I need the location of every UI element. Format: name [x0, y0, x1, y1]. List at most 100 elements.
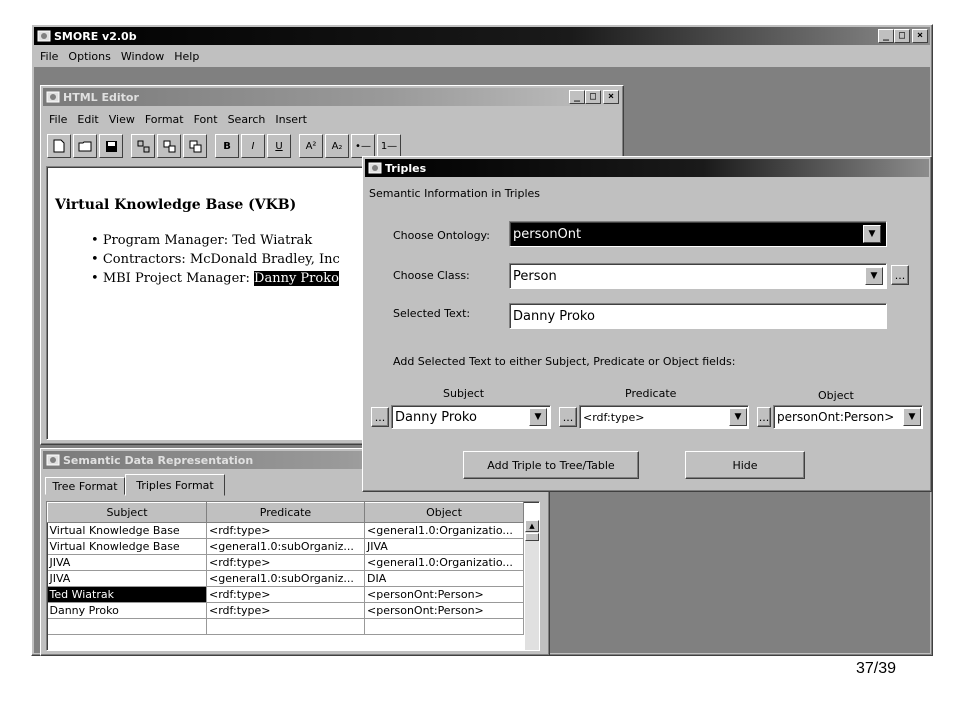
menu-options[interactable]: Options	[64, 50, 116, 63]
editor-menu-file[interactable]: File	[45, 113, 73, 126]
chevron-down-icon: ▼	[534, 412, 542, 422]
class-combobox[interactable]: Person	[509, 263, 887, 289]
subscript-button[interactable]: A₂	[325, 134, 349, 158]
semantic-title: Semantic Data Representation	[63, 453, 254, 467]
subject-dropdown-arrow[interactable]: ▼	[529, 408, 547, 426]
selected-text-highlight[interactable]: Danny Proko	[254, 271, 339, 286]
predicate-add-button[interactable]: ...	[559, 407, 577, 427]
save-disk-icon	[105, 140, 117, 152]
chevron-down-icon: ▼	[870, 271, 878, 281]
copy-icon	[163, 140, 175, 152]
scroll-thumb[interactable]	[525, 533, 539, 541]
subject-combobox[interactable]: Danny Proko	[391, 405, 551, 429]
bullet-list-button[interactable]: •—	[351, 134, 375, 158]
list-item: • Program Manager: Ted Wiatrak	[91, 233, 313, 248]
paste-button[interactable]	[183, 134, 207, 158]
editor-menubar: File Edit View Format Font Search Insert	[45, 110, 313, 128]
triples-table: Subject Predicate Object Virtual Knowled…	[47, 502, 524, 635]
editor-menu-search[interactable]: Search	[224, 113, 272, 126]
table-scrollbar[interactable]: ▲	[525, 520, 539, 650]
main-title: SMORE v2.0b	[54, 29, 137, 43]
main-menubar: File Options Window Help	[36, 47, 205, 65]
bold-button[interactable]: B	[215, 134, 239, 158]
editor-menu-format[interactable]: Format	[141, 113, 190, 126]
class-dropdown-arrow[interactable]: ▼	[865, 267, 883, 285]
page-number: 37/39	[856, 660, 897, 677]
predicate-dropdown-arrow[interactable]: ▼	[729, 408, 747, 426]
editor-minimize-button[interactable]: _	[569, 90, 585, 104]
object-dropdown-arrow[interactable]: ▼	[903, 408, 921, 426]
tab-triples-format[interactable]: Triples Format	[125, 474, 225, 496]
editor-title: HTML Editor	[63, 90, 139, 104]
open-file-button[interactable]	[73, 134, 97, 158]
triples-table-container: Subject Predicate Object Virtual Knowled…	[46, 501, 540, 651]
ontology-dropdown-arrow[interactable]: ▼	[863, 225, 881, 243]
cut-icon	[137, 140, 149, 152]
open-folder-icon	[78, 141, 92, 152]
close-button[interactable]: ×	[912, 29, 928, 43]
col-subject[interactable]: Subject	[47, 502, 207, 523]
class-browse-button[interactable]: ...	[891, 265, 909, 285]
doc-bullet-list: • Program Manager: Ted Wiatrak • Contrac…	[91, 231, 340, 288]
table-row[interactable]: Virtual Knowledge Base <rdf:type> <general…	[47, 522, 524, 539]
instruction-text: Add Selected Text to either Subject, Pre…	[393, 355, 736, 368]
subject-add-button[interactable]: ...	[371, 407, 389, 427]
main-title-bar[interactable]: SMORE v2.0b _ □ ×	[34, 27, 930, 45]
menu-window[interactable]: Window	[117, 50, 170, 63]
editor-menu-view[interactable]: View	[105, 113, 141, 126]
underline-button[interactable]: U	[267, 134, 291, 158]
object-label: Object	[818, 389, 854, 402]
new-file-button[interactable]	[47, 134, 71, 158]
tab-tree-format[interactable]: Tree Format	[45, 477, 125, 495]
chevron-down-icon: ▼	[908, 412, 916, 422]
predicate-label: Predicate	[625, 387, 677, 400]
table-row[interactable]: Virtual Knowledge Base <general1.0:subOrg…	[47, 538, 524, 555]
ontology-label: Choose Ontology:	[393, 229, 490, 242]
triples-title: Triples	[385, 161, 427, 175]
editor-icon	[46, 90, 60, 104]
editor-menu-edit[interactable]: Edit	[73, 113, 104, 126]
subject-label: Subject	[443, 387, 485, 400]
maximize-button[interactable]: □	[894, 29, 910, 43]
list-item: • MBI Project Manager: Danny Proko	[91, 271, 339, 286]
triples-subtitle: Semantic Information in Triples	[369, 187, 541, 200]
predicate-combobox[interactable]: <rdf:type>	[579, 405, 749, 429]
table-row[interactable]: JIVA <rdf:type> <general1.0:Organizatio...	[47, 554, 524, 571]
hide-button[interactable]: Hide	[685, 451, 805, 479]
scroll-up-arrow[interactable]: ▲	[525, 520, 539, 532]
object-add-button[interactable]: ...	[757, 407, 771, 427]
ontology-combobox[interactable]: personOnt	[509, 221, 887, 247]
add-triple-button[interactable]: Add Triple to Tree/Table	[463, 451, 639, 479]
selected-text-label: Selected Text:	[393, 307, 471, 320]
editor-close-button[interactable]: ×	[603, 90, 619, 104]
list-item: • Contractors: McDonald Bradley, Inc	[91, 252, 340, 267]
editor-title-bar[interactable]: HTML Editor _ □ ×	[43, 88, 621, 106]
semantic-icon	[46, 453, 60, 467]
table-row[interactable]: JIVA <general1.0:subOrganiz... DIA	[47, 570, 524, 587]
selected-text-field[interactable]: Danny Proko	[509, 303, 887, 329]
table-row[interactable]	[47, 618, 524, 635]
copy-button[interactable]	[157, 134, 181, 158]
menu-file[interactable]: File	[36, 50, 64, 63]
col-predicate[interactable]: Predicate	[206, 502, 365, 523]
class-label: Choose Class:	[393, 269, 470, 282]
col-object[interactable]: Object	[364, 502, 524, 523]
editor-menu-font[interactable]: Font	[190, 113, 224, 126]
save-file-button[interactable]	[99, 134, 123, 158]
italic-button[interactable]: I	[241, 134, 265, 158]
triples-icon	[368, 161, 382, 175]
menu-help[interactable]: Help	[170, 50, 205, 63]
object-combobox[interactable]: personOnt:Person>	[773, 405, 923, 429]
table-row-selected[interactable]: Ted Wiatrak <rdf:type> <personOnt:Person>	[47, 586, 524, 603]
triples-title-bar[interactable]: Triples	[365, 159, 929, 177]
chevron-down-icon: ▼	[868, 229, 876, 239]
triples-dialog: Triples Semantic Information in Triples …	[362, 156, 932, 492]
chevron-down-icon: ▼	[734, 412, 742, 422]
editor-maximize-button[interactable]: □	[585, 90, 601, 104]
cut-button[interactable]	[131, 134, 155, 158]
numbered-list-button[interactable]: 1—	[377, 134, 401, 158]
minimize-button[interactable]: _	[878, 29, 894, 43]
table-row[interactable]: Danny Proko <rdf:type> <personOnt:Person>	[47, 602, 524, 619]
superscript-button[interactable]: A²	[299, 134, 323, 158]
editor-menu-insert[interactable]: Insert	[271, 113, 313, 126]
